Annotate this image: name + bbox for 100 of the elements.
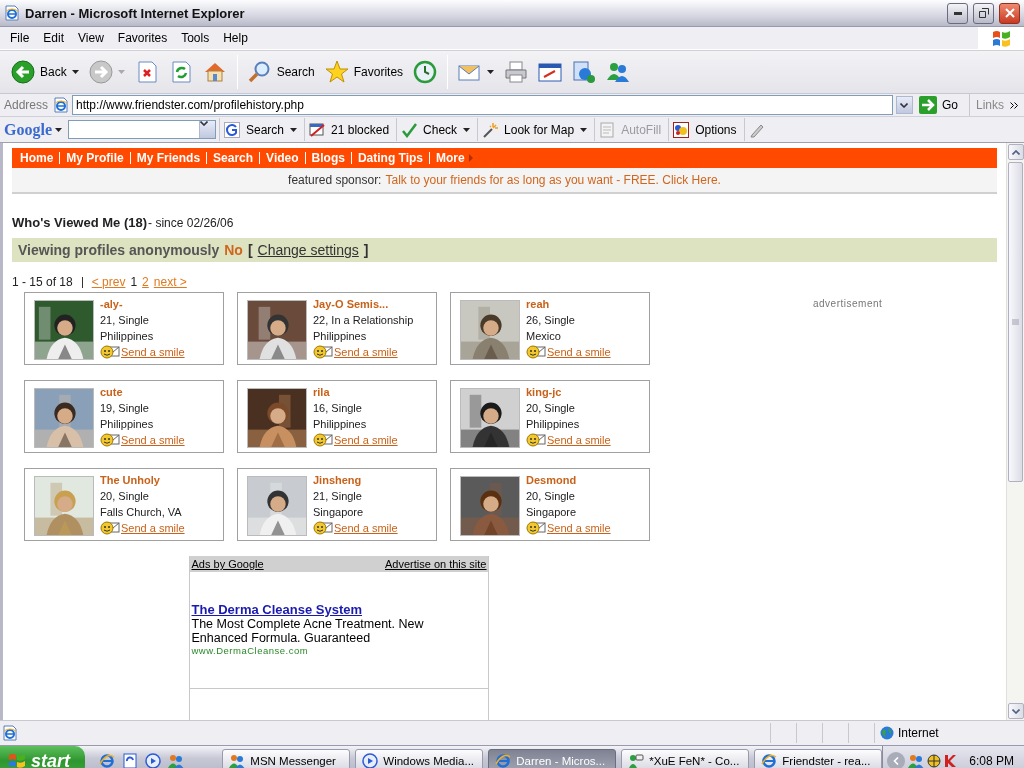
clock: 6:08 PM [969,754,1014,768]
nav-link[interactable]: My Profile [60,152,131,164]
profile-details: 19, Single [100,401,150,416]
nav-link[interactable]: Video [260,152,306,164]
address-label: Address [4,98,49,112]
smile-envelope-icon [100,433,120,447]
taskbar-button[interactable]: MSN Messenger [222,749,351,768]
ad-title-link[interactable]: The Derma Cleanse System [191,602,363,617]
send-smile-link[interactable]: Send a smile [334,344,398,360]
privacy-value: No [224,242,243,258]
send-smile-link[interactable]: Send a smile [334,432,398,448]
blocked-button[interactable]: 21 blocked [304,118,394,141]
result-range: 1 - 15 of 18 [12,275,73,289]
chevron-down-icon [200,121,208,126]
menu-item[interactable]: Edit [36,28,72,48]
profile-name-link[interactable]: king-jc [526,384,611,400]
page-link[interactable]: 1 [130,275,138,289]
ie-icon [761,753,778,768]
page-link[interactable]: 2 [142,275,149,289]
nav-link[interactable]: Home [14,152,61,164]
profile-details: 20, Single [526,489,576,504]
nav-link[interactable]: More [430,152,479,164]
sponsor-link[interactable]: Talk to your friends for as long as you want - FREE. Click Here. [385,173,721,187]
menu-item[interactable]: Help [216,28,255,48]
close-button[interactable] [999,2,1020,24]
scroll-down-button[interactable] [1008,703,1024,719]
quick-launch-button[interactable] [145,753,162,768]
smile-envelope-icon [526,521,546,535]
check-button[interactable]: Check [396,118,475,141]
scroll-up-button[interactable] [1008,144,1024,160]
dropdown-button[interactable] [199,121,215,138]
profile-name-link[interactable]: -aly- [100,296,185,312]
smile-envelope-icon [100,345,120,359]
profile-name-link[interactable]: Desmond [526,472,611,488]
send-smile-link[interactable]: Send a smile [547,432,611,448]
ads-by-google-link[interactable]: Ads by Google [191,556,264,572]
send-smile-link[interactable]: Send a smile [547,344,611,360]
scroll-thumb[interactable] [1008,162,1023,482]
quick-launch-button[interactable] [99,753,116,768]
profile-name-link[interactable]: The Unholy [100,472,185,488]
send-smile-link[interactable]: Send a smile [547,520,611,536]
google-menu-button[interactable]: Google [4,120,62,139]
advertise-link[interactable]: Advertise on this site [385,556,487,572]
taskbar-button[interactable]: Windows Media... [355,749,484,768]
restore-button[interactable] [973,2,994,24]
smile-envelope-icon [313,345,333,359]
minimize-button[interactable] [947,2,968,24]
search-field[interactable] [68,120,216,139]
back-button[interactable]: Back [8,55,82,89]
menu-item[interactable]: Favorites [110,28,175,48]
search-button[interactable]: Search [219,118,302,141]
send-smile-link[interactable]: Send a smile [334,520,398,536]
profile-details: 21, Single [313,489,363,504]
dropdown-button[interactable] [895,96,913,114]
taskbar-button[interactable]: *XuE FeN* - Co... [621,749,750,768]
start-button[interactable]: start [0,746,86,768]
form-icon [599,121,616,138]
send-smile-link[interactable]: Send a smile [121,520,185,536]
profile-name-link[interactable]: reah [526,296,611,312]
go-arrow-icon [918,96,937,114]
scrollbar[interactable] [1006,143,1024,720]
quick-launch-button[interactable] [168,753,185,768]
search-button[interactable]: Search [244,55,318,89]
change-settings-link[interactable]: Change settings [257,242,359,258]
profile-location: Philippines [100,417,155,432]
caret-icon [463,127,471,132]
nav-link[interactable]: My Friends [130,152,208,164]
bracket: ] [363,242,369,258]
profile-location: Singapore [313,505,365,520]
taskbar-button[interactable]: Darren - Micros... [488,749,617,768]
go-button[interactable]: Go [915,95,966,115]
send-smile-link[interactable]: Send a smile [121,432,185,448]
menu-item[interactable]: File [3,28,37,48]
nav-link[interactable]: Blogs [305,152,352,164]
edit-window-icon [538,60,563,84]
window-title: Darren - Microsoft Internet Explorer [25,5,246,21]
profile-location: Philippines [526,417,581,432]
profile-name-link[interactable]: rila [313,384,398,400]
profile-name-link[interactable]: cute [100,384,185,400]
links-button[interactable]: Links [969,94,1024,116]
send-smile-link[interactable]: Send a smile [121,344,185,360]
blocked-window-icon [309,121,326,138]
chat-figure-icon [628,753,645,768]
profile-name-link[interactable]: Jinsheng [313,472,398,488]
menu-item[interactable]: Tools [174,28,217,48]
favorites-button[interactable]: Favorites [321,55,407,89]
tray-expand-button[interactable] [887,752,906,768]
profile-name-link[interactable]: Jay-O Semis... [313,296,414,312]
nav-link[interactable]: Dating Tips [351,152,431,164]
address-field[interactable]: http://www.friendster.com/profilehistory.php [72,95,893,115]
profile-location: Falls Church, VA [100,505,183,520]
k-shield-icon [944,754,957,768]
next-link[interactable]: next > [153,275,187,289]
menu-item[interactable]: View [71,28,111,48]
prev-link[interactable]: < prev [91,275,126,289]
nav-link[interactable]: Search [207,152,261,164]
taskbar-button[interactable]: Friendster - rea... [754,749,883,768]
map-button[interactable]: Look for Map [477,118,592,141]
caret-icon [290,127,298,132]
options-button[interactable]: Options [668,118,741,141]
